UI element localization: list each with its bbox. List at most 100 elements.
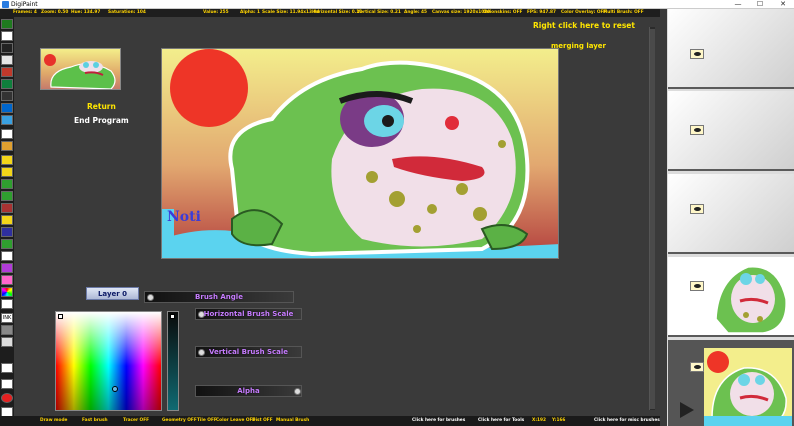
eye-icon[interactable] [690,362,704,372]
coord-y: Y:166 [552,418,566,423]
status-zoom: Zoom: 0.50 [41,10,69,15]
return-button[interactable]: Return [87,102,116,111]
minimize-button[interactable]: — [730,0,746,9]
value-strip[interactable] [167,311,179,411]
canvas-preview-thumbnail [40,48,121,90]
pencil-tool-icon[interactable] [1,19,13,29]
status-manual-brush[interactable]: Manual Brush [276,416,309,426]
brushes-link[interactable]: Click here for brushes [412,416,465,426]
play-arrow-icon[interactable] [680,402,694,418]
shape-tool-icon[interactable] [1,79,13,89]
scrollbar-thumb[interactable] [650,29,655,409]
misc-brushes-link[interactable]: Click here for misc brushes [594,416,660,426]
texture-tool-icon[interactable] [1,239,13,249]
maximize-button[interactable]: ☐ [752,0,768,9]
pattern-tool-icon[interactable] [1,179,13,189]
ink-tool-icon[interactable]: INK [1,313,13,323]
status-canvas-size: Canvas size: 1920x1080 [432,10,491,15]
status-color-leave[interactable]: Color Leave OFF [216,416,255,426]
brush-angle-label: Brush Angle [195,293,243,301]
effects-tool-icon[interactable] [1,275,13,285]
status-horizontal-size: Horizontal Size: 0.21 [312,10,363,15]
tool-column: INK [0,17,14,417]
layer-frog-thumbnail [715,266,787,334]
merge-hint[interactable]: merging layer [551,42,606,50]
top-status-bar: Frames: 4 Zoom: 0.50 Hue: 134.97 Saturat… [0,9,660,17]
select-tool-icon[interactable] [1,91,13,101]
value-corner-icon[interactable] [170,314,175,319]
blur-tool-icon[interactable] [1,337,13,347]
gradient-tool-icon[interactable] [1,141,13,151]
end-program-button[interactable]: End Program [74,116,129,125]
status-value: Value: 255 [203,10,229,15]
picker-corner-icon[interactable] [58,314,63,319]
blend-tool-icon[interactable] [1,263,13,273]
canvas-scrollbar[interactable] [649,27,655,410]
upload-icon[interactable] [1,379,13,389]
canvas-signature: Noti [167,209,201,225]
status-dist[interactable]: Dist OFF [252,416,273,426]
eye-icon[interactable] [690,125,704,135]
smudge-tool-icon[interactable] [1,325,13,335]
vertical-scale-slider[interactable]: Vertical Brush Scale [195,346,302,358]
coord-x: X:192 [532,418,547,423]
eraser-tool-icon[interactable] [1,31,13,41]
save-icon[interactable] [1,363,13,373]
status-tile[interactable]: Tile OFF [197,416,217,426]
horizontal-scale-slider[interactable]: Horizontal Brush Scale [195,308,302,320]
status-fps: FPS: 947.87 [527,10,556,15]
layer-slot-1[interactable] [668,9,794,89]
record-icon[interactable] [1,393,13,403]
layer-select-button[interactable]: Layer 0 [86,287,139,300]
window-title: DigiPaint [11,1,38,8]
stamp-tool-icon[interactable] [1,191,13,201]
fill-tool-icon[interactable] [1,43,13,53]
app-icon [2,1,9,8]
picker-tool-icon[interactable] [1,115,13,125]
settings-tool-icon[interactable] [1,299,13,309]
line-tool-icon[interactable] [1,55,13,65]
grid-tool-icon[interactable] [1,215,13,225]
symmetry-tool-icon[interactable] [1,227,13,237]
mirror-tool-icon[interactable] [1,203,13,213]
brush-angle-slider[interactable]: Brush Angle [144,291,294,303]
text-tool-icon[interactable] [1,155,13,165]
layer-slot-3[interactable] [668,174,794,254]
vertical-scale-label: Vertical Brush Scale [208,348,289,356]
status-vertical-size: Vertical Size: 0.21 [357,10,401,15]
frog-preview-art [44,54,116,89]
alpha-slider[interactable]: Alpha [195,385,302,397]
status-draw-mode[interactable]: Draw mode [40,416,67,426]
frog-artwork [162,49,558,258]
move-tool-icon[interactable] [1,103,13,113]
status-onionskins: Onionskins: OFF [483,10,523,15]
color-cursor[interactable] [112,386,118,392]
horizontal-scale-label: Horizontal Brush Scale [203,310,294,318]
value-overlay [56,312,161,410]
digipaint-window: DigiPaint — ☐ ✕ Frames: 4 Zoom: 0.50 Hue… [0,0,794,426]
status-alpha: Alpha: 1 [240,10,261,15]
eye-icon[interactable] [690,204,704,214]
alpha-label: Alpha [237,387,260,395]
status-multi-brush: Multi Brush: OFF [603,10,644,15]
reset-hint[interactable]: Right click here to reset [533,21,635,30]
status-color-overlay: Color Overlay: OFF [561,10,607,15]
close-button[interactable]: ✕ [775,0,791,9]
layer-tool-icon[interactable] [1,251,13,261]
title-bar: DigiPaint — ☐ ✕ [0,0,794,9]
brush-tool-icon[interactable] [1,67,13,77]
color-wheel-icon[interactable] [1,287,13,297]
drawing-canvas[interactable]: Noti [161,48,559,259]
status-tracer[interactable]: Tracer OFF [123,416,149,426]
frame-tool-icon[interactable] [1,167,13,177]
eye-icon[interactable] [690,49,704,59]
color-picker[interactable] [55,311,162,411]
status-geometry[interactable]: Geometry OFF [162,416,197,426]
layer-slot-4[interactable] [668,257,794,337]
status-fast-brush[interactable]: Fast brush [82,416,108,426]
layer-slot-2[interactable] [668,91,794,171]
eye-icon[interactable] [690,281,704,291]
size-2px-icon[interactable] [1,129,13,139]
tools-link[interactable]: Click here for Tools [478,416,524,426]
bottom-status-bar: Draw mode Fast brush Tracer OFF Geometry… [0,416,660,426]
